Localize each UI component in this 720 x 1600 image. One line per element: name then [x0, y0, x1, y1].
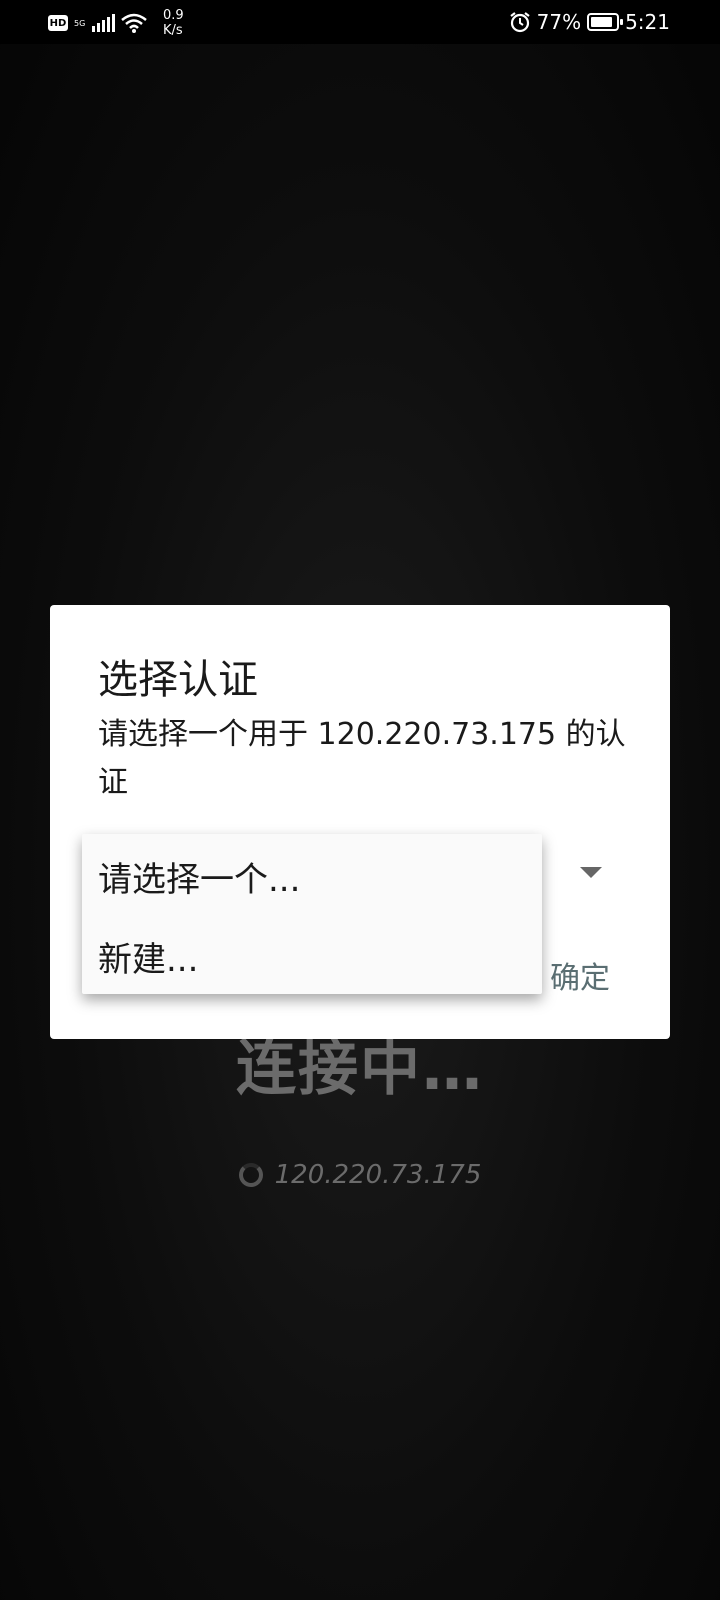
battery-icon [587, 13, 624, 31]
dialog-title: 选择认证 [98, 657, 258, 703]
dialog-message: 请选择一个用于 120.220.73.175 的认证 [98, 717, 626, 800]
host-address: 120.220.73.175 [274, 1160, 482, 1190]
speed-value: 0.9 [163, 8, 184, 23]
battery-percent: 77% [536, 10, 582, 34]
confirm-button[interactable]: 确定 [550, 953, 610, 997]
network-speed: 0.9 K/s [163, 8, 184, 38]
host-line: 120.220.73.175 [0, 1160, 720, 1190]
dropdown-option-select[interactable]: 请选择一个... [98, 852, 300, 901]
speed-unit: K/s [163, 23, 183, 38]
network-type: 5G [74, 18, 86, 28]
dropdown-arrow-icon[interactable] [580, 867, 602, 878]
status-bar: HD 5G 0.9 K/s 77% 5:21 [0, 0, 720, 44]
status-right: 77% 5:21 [509, 10, 670, 34]
auth-dropdown-menu: 请选择一个... 新建... [82, 834, 542, 994]
clock: 5:21 [625, 10, 670, 34]
alarm-icon [509, 12, 530, 33]
wifi-icon [121, 13, 147, 33]
signal-icon [92, 14, 115, 32]
hd-icon: HD [48, 15, 68, 31]
dropdown-option-new[interactable]: 新建... [98, 932, 198, 981]
loading-spinner-icon [238, 1163, 263, 1187]
status-left: HD 5G 0.9 K/s [48, 8, 184, 38]
